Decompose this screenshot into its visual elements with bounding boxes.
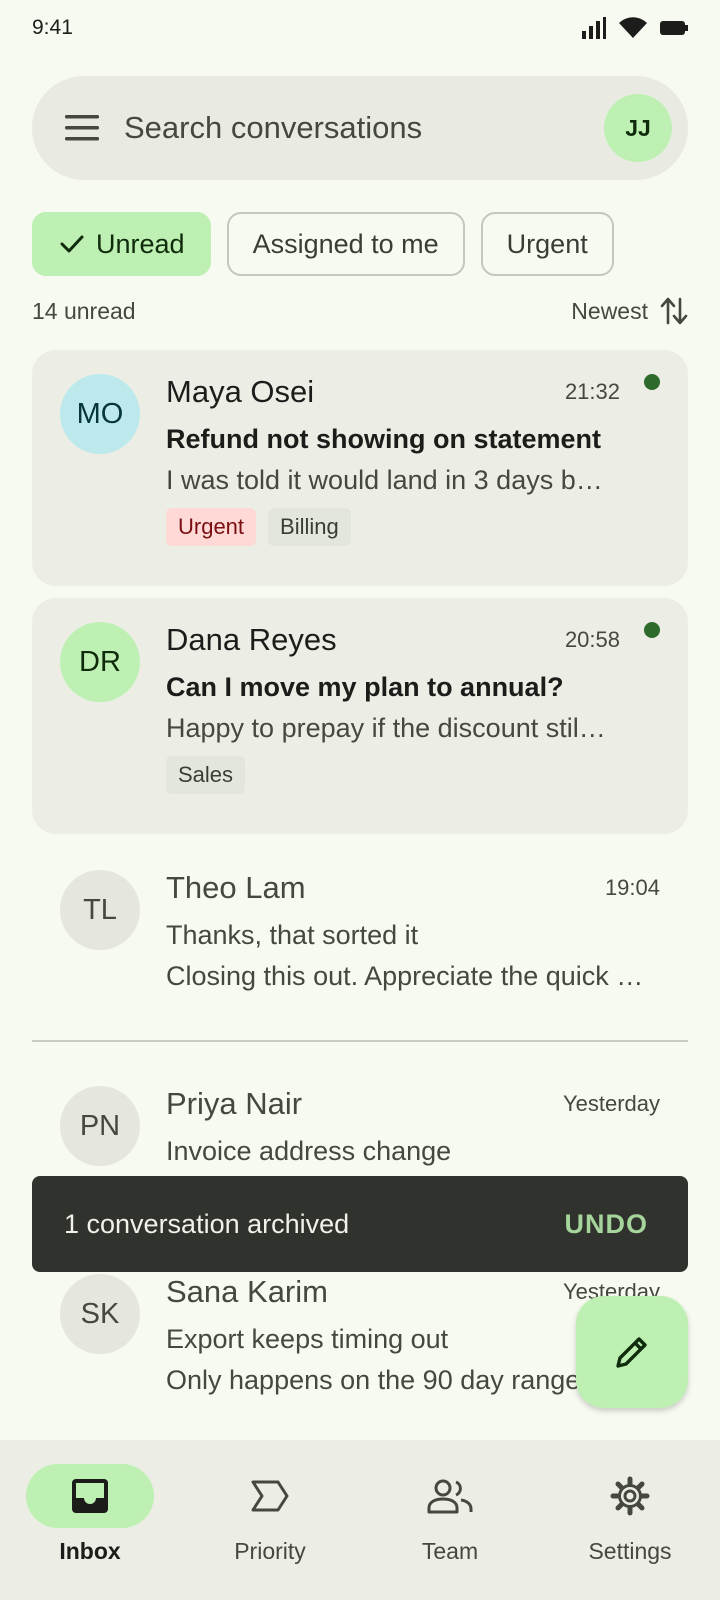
conversation-preview: I was told it would land in 3 days b…	[166, 465, 603, 495]
conversation-time: 21:32	[564, 379, 620, 404]
avatar: PN	[60, 1086, 140, 1166]
conversation-item[interactable]: DR Dana Reyes 20:58 Can I move my plan t…	[32, 598, 688, 834]
snackbar: 1 conversation archived UNDO	[32, 1176, 688, 1272]
nav-inbox[interactable]: Inbox	[10, 1464, 170, 1600]
inbox-icon	[72, 1479, 108, 1513]
tag-billing: Billing	[268, 508, 351, 546]
priority-label-icon	[251, 1480, 289, 1512]
group-icon	[427, 1479, 473, 1514]
nav-label: Inbox	[59, 1538, 121, 1564]
filter-chip-urgent[interactable]: Urgent	[480, 212, 614, 276]
cellular-signal-icon	[582, 17, 606, 39]
avatar: SK	[60, 1274, 140, 1354]
check-icon	[60, 235, 84, 253]
conversation-subject: Invoice address change	[166, 1136, 452, 1166]
nav-settings[interactable]: Settings	[550, 1464, 710, 1600]
filter-chips: Unread Assigned to me Urgent	[32, 212, 614, 276]
swap-vertical-icon	[660, 297, 688, 325]
conversation-preview: Closing this out. Appreciate the quick …	[166, 961, 644, 991]
filter-chip-unread[interactable]: Unread	[32, 212, 211, 276]
sender-name: Theo Lam	[166, 870, 306, 905]
conversation-time: 20:58	[564, 627, 620, 652]
conversation-item[interactable]: TL Theo Lam 19:04 Thanks, that sorted it…	[32, 846, 688, 1028]
bottom-navigation: Inbox Priority Team Settings	[0, 1440, 720, 1600]
sort-control[interactable]: Newest	[571, 296, 688, 326]
avatar: MO	[60, 374, 140, 454]
filter-chip-assigned[interactable]: Assigned to me	[226, 212, 465, 276]
wifi-icon	[619, 17, 647, 38]
tag-list: Sales	[166, 756, 660, 794]
filter-chip-label: Assigned to me	[252, 228, 439, 259]
nav-label: Settings	[588, 1538, 672, 1564]
status-bar: 9:41	[0, 0, 720, 56]
pencil-icon	[616, 1337, 647, 1368]
nav-label: Team	[421, 1538, 479, 1564]
search-bar[interactable]: Search conversations JJ	[32, 76, 688, 180]
tag-list: Urgent Billing	[166, 508, 660, 546]
conversation-subject: Refund not showing on statement	[166, 424, 601, 454]
sender-name: Priya Nair	[166, 1086, 303, 1121]
conversation-subject: Can I move my plan to annual?	[166, 672, 564, 702]
sender-name: Maya Osei	[166, 374, 315, 409]
unread-dot	[644, 622, 660, 638]
nav-priority[interactable]: Priority	[190, 1464, 350, 1600]
sort-label: Newest	[571, 297, 648, 324]
tag-urgent: Urgent	[166, 508, 257, 546]
battery-icon	[660, 21, 688, 35]
nav-team[interactable]: Team	[370, 1464, 530, 1600]
menu-icon[interactable]	[64, 110, 100, 146]
sender-name: Dana Reyes	[166, 622, 337, 657]
conversation-time: Yesterday	[562, 1091, 660, 1116]
list-meta: 14 unread Newest	[32, 296, 688, 326]
unread-count: 14 unread	[32, 297, 136, 324]
list-divider	[32, 1040, 688, 1042]
tag-sales: Sales	[166, 756, 246, 794]
conversation-preview: Only happens on the 90 day range,	[166, 1365, 588, 1395]
profile-avatar[interactable]: JJ	[604, 94, 672, 162]
status-time: 9:41	[32, 16, 73, 39]
filter-chip-label: Unread	[96, 228, 185, 259]
gear-icon	[610, 1476, 650, 1516]
conversation-subject: Export keeps timing out	[166, 1324, 449, 1354]
conversation-item[interactable]: MO Maya Osei 21:32 Refund not showing on…	[32, 350, 688, 586]
conversation-preview: Happy to prepay if the discount stil…	[166, 713, 606, 743]
undo-button[interactable]: UNDO	[565, 1209, 649, 1240]
conversation-time: 19:04	[604, 875, 660, 900]
avatar: TL	[60, 870, 140, 950]
unread-dot	[644, 374, 660, 390]
conversation-subject: Thanks, that sorted it	[166, 920, 419, 950]
avatar: DR	[60, 622, 140, 702]
conversation-list: MO Maya Osei 21:32 Refund not showing on…	[32, 350, 688, 1462]
snackbar-message: 1 conversation archived	[64, 1208, 350, 1239]
status-icons	[582, 16, 688, 40]
compose-button[interactable]	[576, 1296, 688, 1408]
search-input[interactable]: Search conversations	[124, 110, 604, 146]
filter-chip-label: Urgent	[506, 228, 588, 259]
sender-name: Sana Karim	[166, 1274, 328, 1309]
nav-label: Priority	[234, 1538, 306, 1564]
